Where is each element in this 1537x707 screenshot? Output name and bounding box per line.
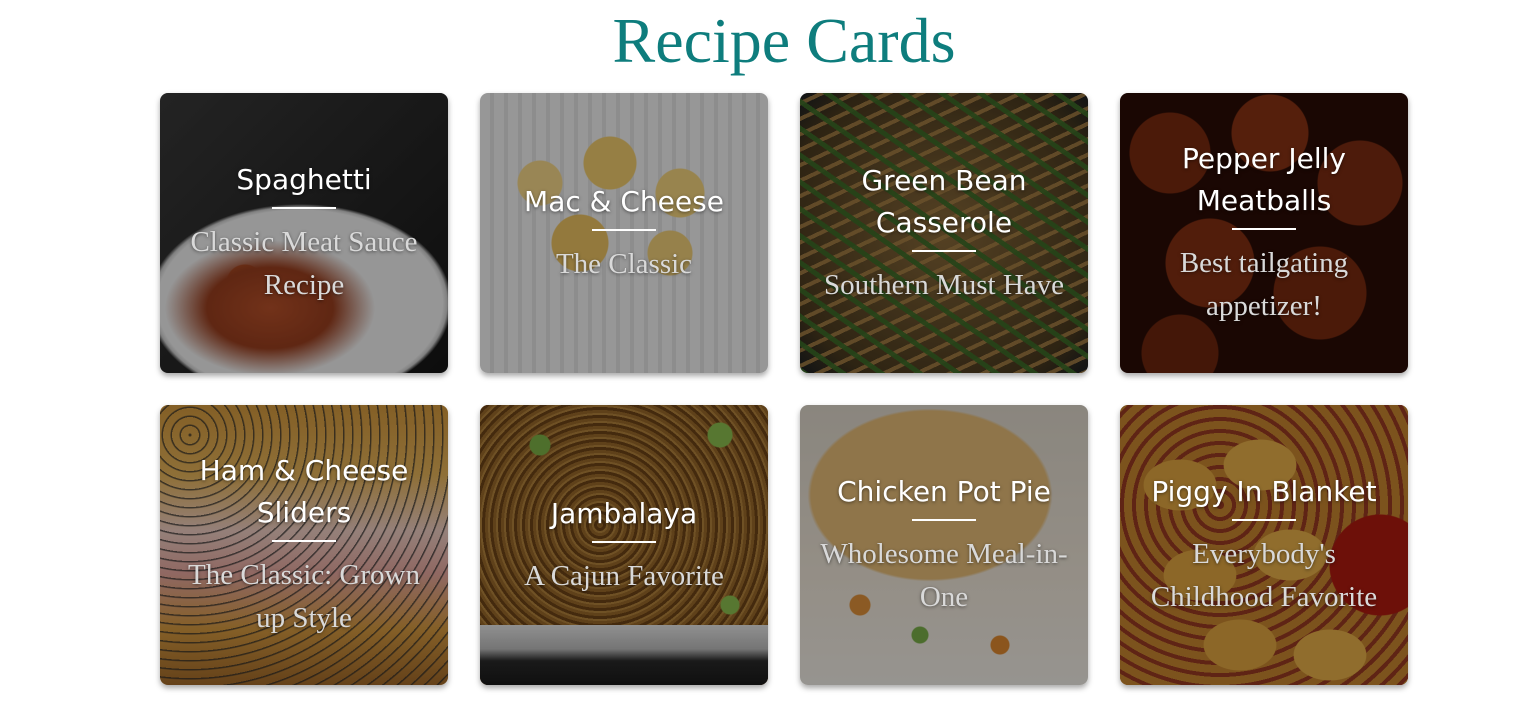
- card-title: Piggy In Blanket: [1151, 475, 1377, 508]
- card-title: Chicken Pot Pie: [837, 475, 1051, 508]
- card-subtitle: Everybody's Childhood Favorite: [1150, 538, 1378, 613]
- card-content: Jambalaya A Cajun Favorite: [480, 405, 768, 685]
- card-subtitle: Best tailgating appetizer!: [1179, 247, 1349, 322]
- recipe-card-ham-and-cheese-sliders[interactable]: Ham & Cheese Sliders The Classic: Grown …: [160, 405, 448, 685]
- card-subtitle: Southern Must Have: [823, 268, 1065, 301]
- card-title: Jambalaya: [550, 496, 698, 530]
- card-subtitle: Classic Meat Sauce Recipe: [190, 226, 418, 301]
- recipe-card-pepper-jelly-meatballs[interactable]: Pepper Jelly Meatballs Best tailgating a…: [1120, 93, 1408, 373]
- card-divider: [272, 540, 336, 542]
- card-subtitle: The Classic: [555, 247, 693, 280]
- recipe-card-grid: Spaghetti Classic Meat Sauce Recipe Mac …: [160, 93, 1408, 685]
- recipe-card-jambalaya[interactable]: Jambalaya A Cajun Favorite: [480, 405, 768, 685]
- card-divider: [272, 207, 336, 209]
- card-title: Mac & Cheese: [524, 184, 724, 218]
- recipe-card-mac-and-cheese[interactable]: Mac & Cheese The Classic: [480, 93, 768, 373]
- card-divider: [592, 228, 656, 231]
- card-content: Chicken Pot Pie Wholesome Meal-in-One: [800, 405, 1088, 685]
- card-subtitle: Wholesome Meal-in-One: [820, 538, 1068, 613]
- card-content: Ham & Cheese Sliders The Classic: Grown …: [160, 405, 448, 685]
- card-content: Pepper Jelly Meatballs Best tailgating a…: [1120, 93, 1408, 373]
- card-divider: [1232, 228, 1296, 230]
- page-title: Recipe Cards: [612, 5, 956, 76]
- card-title: Pepper Jelly Meatballs: [1182, 142, 1346, 217]
- card-divider: [592, 540, 656, 543]
- recipe-card-green-bean-casserole[interactable]: Green Bean Casserole Southern Must Have: [800, 93, 1088, 373]
- card-content: Green Bean Casserole Southern Must Have: [800, 93, 1088, 373]
- card-title: Spaghetti: [236, 163, 372, 196]
- card-content: Piggy In Blanket Everybody's Childhood F…: [1120, 405, 1408, 685]
- card-title: Ham & Cheese Sliders: [199, 454, 409, 529]
- card-content: Mac & Cheese The Classic: [480, 93, 768, 373]
- card-divider: [1232, 519, 1296, 521]
- card-divider: [912, 249, 976, 252]
- recipe-card-piggy-in-blanket[interactable]: Piggy In Blanket Everybody's Childhood F…: [1120, 405, 1408, 685]
- card-title: Green Bean Casserole: [861, 163, 1027, 239]
- card-subtitle: The Classic: Grown up Style: [188, 559, 420, 634]
- recipe-card-chicken-pot-pie[interactable]: Chicken Pot Pie Wholesome Meal-in-One: [800, 405, 1088, 685]
- recipe-card-spaghetti[interactable]: Spaghetti Classic Meat Sauce Recipe: [160, 93, 448, 373]
- card-subtitle: A Cajun Favorite: [524, 559, 724, 592]
- card-content: Spaghetti Classic Meat Sauce Recipe: [160, 93, 448, 373]
- card-divider: [912, 519, 976, 521]
